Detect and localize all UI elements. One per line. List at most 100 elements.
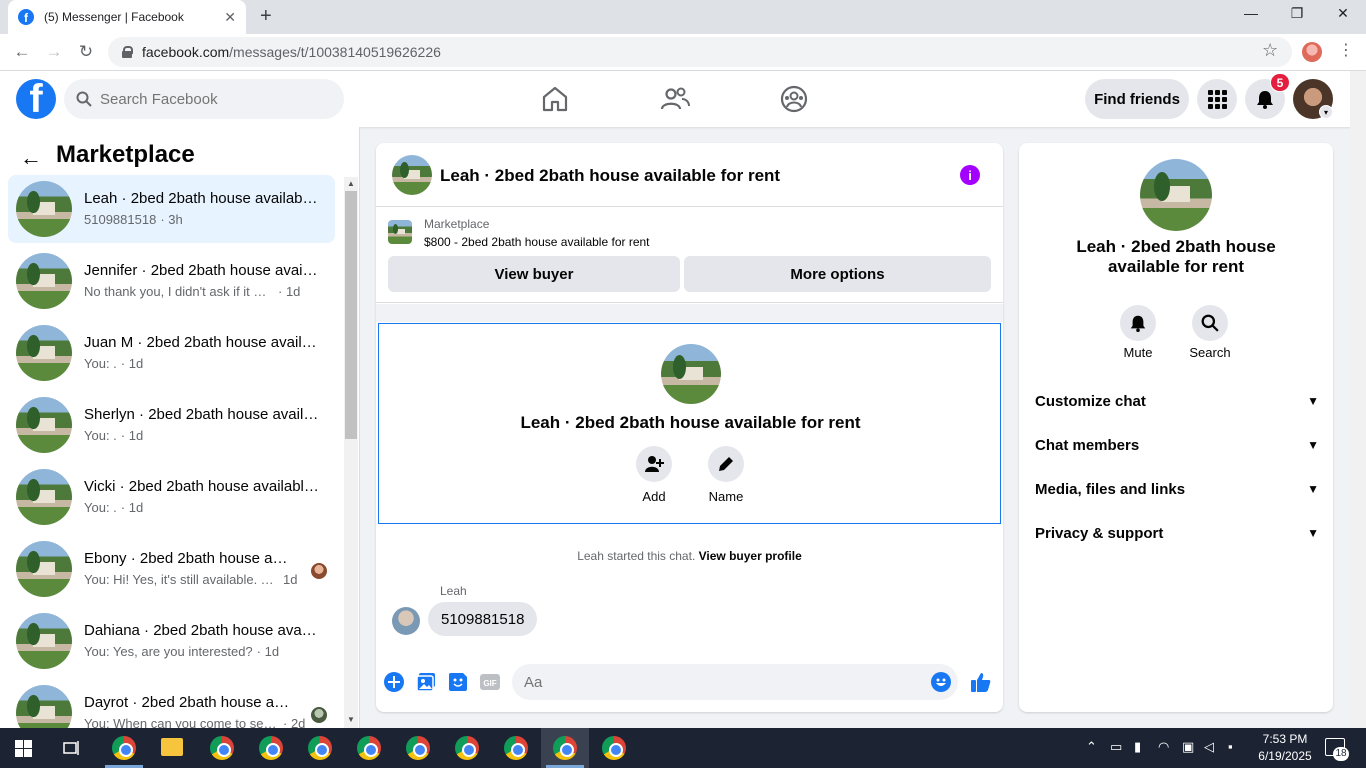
scroll-up-icon[interactable]: ▲ [347, 179, 355, 188]
browser-menu-icon[interactable]: ⋮ [1338, 40, 1354, 60]
chrome-taskbar-icon[interactable] [504, 736, 528, 760]
chat-thumbnail[interactable] [392, 155, 432, 195]
name-chat-button[interactable] [708, 446, 744, 482]
intro-thumbnail [661, 344, 721, 404]
facebook-logo-icon[interactable]: f [16, 79, 56, 119]
find-friends-button[interactable]: Find friends [1085, 79, 1189, 119]
network-icon[interactable]: ▭ [1110, 739, 1122, 755]
search-label: Search [1189, 345, 1231, 360]
windows-start-icon[interactable] [15, 740, 32, 757]
sender-avatar[interactable] [392, 607, 420, 635]
media-files-section[interactable]: Media, files and links ▼ [1035, 471, 1319, 507]
window-close-icon[interactable]: ✕ [1320, 5, 1366, 22]
battery-icon[interactable]: ▮ [1134, 739, 1141, 755]
chrome-taskbar-icon[interactable] [406, 736, 430, 760]
lock-icon[interactable] [122, 46, 133, 58]
chevron-down-icon: ▼ [1307, 482, 1319, 496]
url-text[interactable]: facebook.com/messages/t/1003814051962622… [142, 44, 441, 60]
bookmark-star-icon[interactable]: ☆ [1262, 40, 1278, 61]
search-input[interactable] [100, 90, 320, 108]
home-icon[interactable] [539, 83, 571, 115]
list-scrollbar[interactable]: ▲ ▼ [344, 177, 358, 728]
plus-circle-icon[interactable] [384, 672, 404, 692]
page-scrollbar[interactable] [1350, 71, 1366, 728]
privacy-support-section[interactable]: Privacy & support ▼ [1035, 515, 1319, 551]
pencil-icon [719, 457, 733, 471]
reload-icon[interactable]: ↻ [76, 42, 96, 62]
info-title: Leah · 2bed 2bath house available for re… [1076, 237, 1276, 276]
listing-thumbnail[interactable] [388, 220, 412, 244]
message-bubble[interactable]: 5109881518 [428, 602, 538, 636]
conversation-item[interactable]: Juan M · 2bed 2bath house available for … [8, 319, 335, 387]
chevron-down-icon[interactable]: ▾ [1319, 105, 1333, 119]
browser-toolbar: ← → ↻ facebook.com/messages/t/1003814051… [0, 34, 1366, 71]
minimize-icon[interactable]: — [1228, 5, 1274, 21]
view-buyer-profile-link[interactable]: View buyer profile [699, 549, 802, 563]
facebook-search[interactable] [64, 79, 344, 119]
conversation-item[interactable]: Jennifer · 2bed 2bath house available fo… [8, 247, 335, 315]
chat-members-section[interactable]: Chat members ▼ [1035, 427, 1319, 463]
info-icon[interactable]: i [960, 165, 980, 185]
conversation-item[interactable]: Dayrot · 2bed 2bath house available for … [8, 679, 335, 728]
intro-title: Leah · 2bed 2bath house available for re… [520, 413, 861, 432]
message-input[interactable] [512, 664, 958, 700]
chat-title[interactable]: Leah · 2bed 2bath house available for re… [440, 166, 780, 186]
forward-icon[interactable]: → [44, 42, 64, 62]
conversation-item[interactable]: Ebony · 2bed 2bath house available for r… [8, 535, 335, 603]
emoji-icon[interactable] [931, 672, 951, 692]
camera-icon[interactable]: ▣ [1182, 739, 1194, 755]
volume-icon[interactable]: ◁ [1204, 739, 1214, 755]
new-tab-icon[interactable]: + [260, 6, 272, 26]
page-title: Marketplace [56, 141, 195, 168]
task-view-icon[interactable] [63, 740, 81, 756]
groups-icon[interactable] [778, 83, 810, 115]
chrome-taskbar-icon[interactable] [602, 736, 626, 760]
notification-count-badge: 18 [1333, 747, 1349, 761]
listing-summary: Marketplace $800 - 2bed 2bath house avai… [376, 208, 1003, 303]
chrome-taskbar-icon-active[interactable] [553, 736, 577, 760]
power-icon[interactable]: ▪ [1228, 739, 1233, 754]
friends-icon[interactable] [659, 83, 691, 115]
facebook-favicon-icon: f [18, 9, 34, 25]
menu-grid-button[interactable] [1197, 79, 1237, 119]
chrome-taskbar-icon[interactable] [210, 736, 234, 760]
tab-close-icon[interactable]: ✕ [224, 9, 236, 26]
sticker-icon[interactable] [448, 672, 468, 692]
chrome-taskbar-icon[interactable] [308, 736, 332, 760]
conversation-item[interactable]: Leah · 2bed 2bath house available for re… [8, 175, 335, 243]
tray-chevron-up-icon[interactable]: ⌃ [1086, 739, 1097, 755]
browser-tab[interactable]: f (5) Messenger | Facebook ✕ [8, 0, 246, 34]
conversation-name: Sherlyn · 2bed 2bath house available for… [84, 406, 320, 423]
gif-icon[interactable]: GIF [480, 672, 500, 692]
mute-button[interactable] [1120, 305, 1156, 341]
bell-icon [1257, 91, 1273, 109]
browser-profile-icon[interactable] [1302, 42, 1322, 62]
more-options-button[interactable]: More options [684, 256, 991, 292]
file-explorer-icon[interactable] [161, 738, 183, 756]
back-arrow-icon[interactable]: ← [20, 145, 42, 171]
customize-chat-section[interactable]: Customize chat ▼ [1035, 383, 1319, 419]
address-bar[interactable]: facebook.com/messages/t/1003814051962622… [108, 37, 1292, 67]
chrome-taskbar-icon[interactable] [259, 736, 283, 760]
view-buyer-button[interactable]: View buyer [388, 256, 680, 292]
listing-title[interactable]: $800 - 2bed 2bath house available for re… [424, 235, 650, 249]
restore-icon[interactable]: ❐ [1274, 5, 1320, 22]
photo-icon[interactable] [416, 672, 436, 692]
notification-badge: 5 [1270, 73, 1290, 92]
back-icon[interactable]: ← [12, 42, 32, 62]
conversation-preview: 5109881518 · 3h [84, 212, 183, 227]
chrome-taskbar-icon[interactable] [357, 736, 381, 760]
system-clock[interactable]: 7:53 PM 6/19/2025 [1254, 731, 1316, 765]
like-thumb-icon[interactable] [970, 671, 992, 693]
conversation-name: Jennifer · 2bed 2bath house available fo… [84, 262, 320, 279]
chrome-taskbar-icon[interactable] [112, 736, 136, 760]
conversation-item[interactable]: Sherlyn · 2bed 2bath house available for… [8, 391, 335, 459]
scrollbar-thumb[interactable] [345, 191, 357, 439]
search-conversation-button[interactable] [1192, 305, 1228, 341]
conversation-item[interactable]: Vicki · 2bed 2bath house available for r… [8, 463, 335, 531]
chrome-taskbar-icon[interactable] [455, 736, 479, 760]
conversation-item[interactable]: Dahiana · 2bed 2bath house available for… [8, 607, 335, 675]
wifi-icon[interactable]: ◠ [1158, 739, 1169, 755]
scroll-down-icon[interactable]: ▼ [347, 715, 355, 724]
add-people-button[interactable] [636, 446, 672, 482]
